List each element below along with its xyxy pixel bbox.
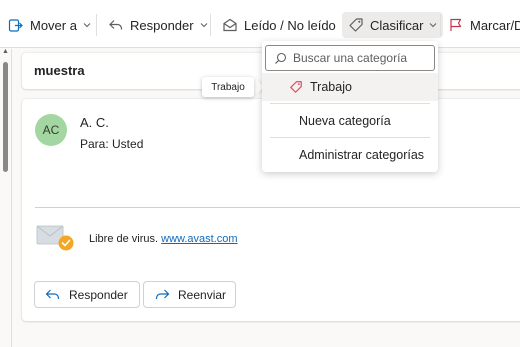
manage-categories-item[interactable]: Administrar categorías: [262, 141, 438, 169]
tag-icon: [289, 80, 303, 94]
manage-categories-label: Administrar categorías: [299, 148, 425, 162]
forward-message-button[interactable]: Reenviar: [143, 281, 236, 308]
category-search-input[interactable]: Buscar una categoría: [265, 45, 435, 71]
reply-message-button[interactable]: Responder: [34, 281, 140, 308]
flag-button[interactable]: Marcar/De: [448, 12, 520, 38]
reply-label: Responder: [130, 17, 194, 33]
toolbar-divider: [210, 14, 211, 36]
dropdown-divider: [270, 137, 430, 138]
move-to-button[interactable]: Mover a: [8, 12, 91, 38]
flag-icon: [448, 17, 464, 33]
search-icon: [274, 52, 287, 65]
avatar-initials: AC: [42, 123, 60, 137]
classify-label: Clasificar: [370, 17, 424, 33]
recipient-line: Para: Usted: [80, 137, 144, 151]
reply-icon: [108, 17, 124, 33]
tag-icon: [348, 17, 364, 33]
new-category-item[interactable]: Nueva categoría: [262, 107, 438, 135]
virus-notice: Libre de virus. www.avast.com: [89, 233, 238, 245]
category-search-placeholder: Buscar una categoría: [293, 51, 408, 65]
avast-link[interactable]: www.avast.com: [161, 233, 237, 245]
command-toolbar: Mover a Responder Leído / No leído Clasi…: [0, 0, 520, 48]
chevron-down-icon: [429, 22, 437, 28]
category-item-label: Trabajo: [310, 80, 352, 94]
forward-message-label: Reenviar: [178, 287, 227, 302]
envelope-icon: [222, 17, 238, 33]
scroll-up-arrow-icon[interactable]: ▲: [2, 48, 9, 55]
avatar[interactable]: AC: [35, 114, 67, 146]
chevron-down-icon: [83, 22, 91, 28]
message-subject: muestra: [34, 63, 85, 78]
reply-icon: [45, 288, 61, 302]
category-item-trabajo[interactable]: Trabajo: [262, 73, 438, 101]
dropdown-divider: [270, 103, 430, 104]
flag-label: Marcar/De: [470, 17, 520, 33]
signature-divider: [35, 207, 520, 208]
move-to-label: Mover a: [30, 17, 77, 33]
read-unread-label: Leído / No leído: [244, 17, 336, 33]
chevron-down-icon: [200, 22, 208, 28]
toolbar-divider: [440, 14, 441, 36]
reply-message-label: Responder: [69, 287, 128, 302]
new-category-label: Nueva categoría: [299, 114, 391, 128]
classify-dropdown: Buscar una categoría Trabajo Nueva categ…: [262, 41, 438, 172]
classify-button[interactable]: Clasificar: [342, 12, 444, 38]
reply-button[interactable]: Responder: [108, 12, 208, 38]
category-tooltip: Trabajo: [202, 77, 254, 97]
scrollbar-thumb[interactable]: [3, 62, 8, 172]
virus-notice-text: Libre de virus.: [89, 233, 159, 245]
envelope-check-icon: [36, 224, 76, 252]
read-unread-button[interactable]: Leído / No leído: [222, 12, 336, 38]
forward-icon: [154, 288, 170, 302]
toolbar-divider: [96, 14, 97, 36]
sender-name[interactable]: A. C.: [80, 115, 109, 130]
move-icon: [8, 17, 24, 33]
tooltip-text: Trabajo: [211, 81, 245, 93]
